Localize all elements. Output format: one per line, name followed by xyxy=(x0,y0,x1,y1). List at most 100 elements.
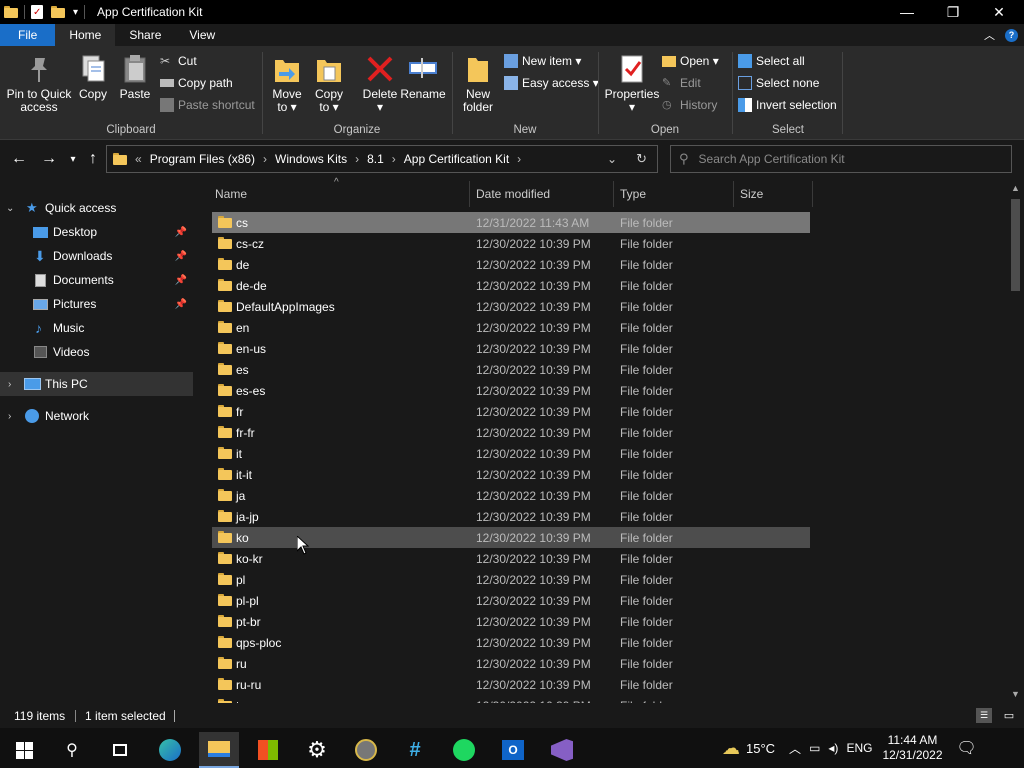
recent-locations-button[interactable]: ▾ xyxy=(64,150,82,168)
collapse-ribbon-icon[interactable]: ︿ xyxy=(984,27,995,43)
new-item-button[interactable]: New item ▾ xyxy=(504,54,581,68)
app-button[interactable] xyxy=(346,732,386,768)
forward-button[interactable]: → xyxy=(40,150,58,168)
breadcrumb-windows-kits[interactable]: Windows Kits xyxy=(275,152,347,166)
breadcrumb-app-certification-kit[interactable]: App Certification Kit xyxy=(404,152,509,166)
properties-button[interactable]: Properties ▾ xyxy=(604,52,660,114)
table-row[interactable]: cs 12/31/2022 11:43 AM File folder xyxy=(212,212,810,233)
table-row[interactable]: DefaultAppImages 12/30/2022 10:39 PM File … xyxy=(212,296,810,317)
table-row[interactable]: pt-br 12/30/2022 10:39 PM File folder xyxy=(212,611,810,632)
column-header-name[interactable]: Name xyxy=(215,177,465,211)
pin-icon[interactable]: 📌 xyxy=(175,227,187,238)
properties-check-icon[interactable]: ✓ xyxy=(31,5,43,19)
address-bar[interactable]: « Program Files (x86) › Windows Kits › 8… xyxy=(106,145,658,173)
up-button[interactable]: ↑ xyxy=(84,150,102,168)
table-row[interactable]: pl 12/30/2022 10:39 PM File folder xyxy=(212,569,810,590)
chevron-right-icon[interactable]: › xyxy=(8,379,11,390)
delete-button[interactable]: Delete ▾ xyxy=(360,52,400,114)
scroll-up-icon[interactable]: ▲ xyxy=(1011,183,1020,193)
search-button[interactable]: ⚲ xyxy=(52,732,92,768)
file-explorer-button[interactable] xyxy=(199,732,239,768)
select-none-button[interactable]: Select none xyxy=(738,76,819,90)
scroll-down-icon[interactable]: ▼ xyxy=(1011,689,1020,699)
address-dropdown-icon[interactable]: ⌄ xyxy=(607,152,617,166)
table-row[interactable]: qps-ploc 12/30/2022 10:39 PM File folder xyxy=(212,632,810,653)
volume-icon[interactable]: ◂) xyxy=(828,741,838,755)
table-row[interactable]: ru 12/30/2022 10:39 PM File folder xyxy=(212,653,810,674)
tab-home[interactable]: Home xyxy=(55,24,116,46)
table-row[interactable]: fr-fr 12/30/2022 10:39 PM File folder xyxy=(212,422,810,443)
nav-documents[interactable]: Documents 📌 xyxy=(0,268,193,292)
chevron-down-icon[interactable]: ▾ xyxy=(73,7,78,18)
table-row[interactable]: tr12/30/2022 10:39 PMFile folder xyxy=(212,695,810,703)
table-row[interactable]: en-us 12/30/2022 10:39 PM File folder xyxy=(212,338,810,359)
table-row[interactable]: ja-jp 12/30/2022 10:39 PM File folder xyxy=(212,506,810,527)
spotify-button[interactable] xyxy=(444,732,484,768)
language-indicator[interactable]: ENG xyxy=(846,741,872,755)
maximize-button[interactable]: ❐ xyxy=(930,0,976,24)
invert-selection-button[interactable]: Invert selection xyxy=(738,98,837,112)
table-row[interactable]: de 12/30/2022 10:39 PM File folder xyxy=(212,254,810,275)
visual-studio-button[interactable] xyxy=(542,732,582,768)
scrollbar-thumb[interactable] xyxy=(1011,199,1020,291)
close-button[interactable]: ✕ xyxy=(976,0,1022,24)
nav-downloads[interactable]: ⬇ Downloads 📌 xyxy=(0,244,193,268)
breadcrumb-program-files[interactable]: Program Files (x86) xyxy=(150,152,255,166)
search-box[interactable]: ⚲ Search App Certification Kit xyxy=(670,145,1012,173)
chevron-right-icon[interactable]: › xyxy=(8,411,11,422)
start-button[interactable] xyxy=(4,732,44,768)
table-row[interactable]: ja 12/30/2022 10:39 PM File folder xyxy=(212,485,810,506)
easy-access-button[interactable]: Easy access ▾ xyxy=(504,76,599,90)
details-view-button[interactable]: ☰ xyxy=(976,708,992,723)
help-icon[interactable]: ? xyxy=(1005,28,1018,42)
chevron-down-icon[interactable]: ⌄ xyxy=(6,203,14,214)
paste-button[interactable]: Paste xyxy=(118,52,152,101)
task-view-button[interactable] xyxy=(100,732,140,768)
copy-path-button[interactable]: Copy path xyxy=(160,76,233,90)
vertical-scrollbar[interactable]: ▲ ▼ xyxy=(1007,177,1024,703)
new-folder-button[interactable]: New folder xyxy=(460,52,496,114)
table-row[interactable]: fr 12/30/2022 10:39 PM File folder xyxy=(212,401,810,422)
copy-button[interactable]: Copy xyxy=(76,52,110,101)
table-row[interactable]: pl-pl 12/30/2022 10:39 PM File folder xyxy=(212,590,810,611)
tab-share[interactable]: Share xyxy=(115,24,175,46)
back-button[interactable]: ← xyxy=(10,150,28,168)
column-header-date[interactable]: Date modified xyxy=(476,177,611,211)
table-row[interactable]: en 12/30/2022 10:39 PM File folder xyxy=(212,317,810,338)
pin-icon[interactable]: 📌 xyxy=(175,299,187,310)
slack-button[interactable]: # xyxy=(395,732,435,768)
chevron-up-icon[interactable]: ︿ xyxy=(789,740,801,757)
nav-pictures[interactable]: Pictures 📌 xyxy=(0,292,193,316)
nav-videos[interactable]: Videos xyxy=(0,340,193,364)
weather-temp[interactable]: 15°C xyxy=(746,741,775,756)
outlook-button[interactable]: O xyxy=(493,732,533,768)
network-status-icon[interactable]: ▭ xyxy=(809,741,820,755)
move-to-button[interactable]: Move to ▾ xyxy=(270,52,304,114)
refresh-icon[interactable]: ↻ xyxy=(636,151,647,167)
table-row[interactable]: es-es 12/30/2022 10:39 PM File folder xyxy=(212,380,810,401)
rename-button[interactable]: Rename xyxy=(400,52,446,101)
paste-shortcut-button[interactable]: Paste shortcut xyxy=(160,98,255,112)
copy-to-button[interactable]: Copy to ▾ xyxy=(312,52,346,114)
table-row[interactable]: de-de 12/30/2022 10:39 PM File folder xyxy=(212,275,810,296)
new-folder-icon[interactable] xyxy=(51,6,65,18)
pin-icon[interactable]: 📌 xyxy=(175,251,187,262)
tab-view[interactable]: View xyxy=(175,24,229,46)
weather-icon[interactable]: ☁ xyxy=(722,738,740,759)
store-button[interactable] xyxy=(248,732,288,768)
cut-button[interactable]: ✂ Cut xyxy=(160,54,197,68)
table-row[interactable]: ru-ru 12/30/2022 10:39 PM File folder xyxy=(212,674,810,695)
notification-icon[interactable]: 🗨 xyxy=(957,738,977,758)
select-all-button[interactable]: Select all xyxy=(738,54,805,68)
nav-quick-access[interactable]: ⌄ ★ Quick access xyxy=(0,196,193,220)
edit-button[interactable]: ✎ Edit xyxy=(662,76,701,90)
table-row[interactable]: it 12/30/2022 10:39 PM File folder xyxy=(212,443,810,464)
settings-button[interactable]: ⚙ xyxy=(297,732,337,768)
minimize-button[interactable]: — xyxy=(884,0,930,24)
pin-to-quick-access-button[interactable]: Pin to Quick access xyxy=(6,52,72,114)
column-header-type[interactable]: Type xyxy=(620,177,730,211)
nav-this-pc[interactable]: › This PC xyxy=(0,372,193,396)
clock[interactable]: 11:44 AM 12/31/2022 xyxy=(882,733,942,763)
nav-network[interactable]: › Network xyxy=(0,404,193,428)
open-button[interactable]: Open ▾ xyxy=(662,54,719,68)
